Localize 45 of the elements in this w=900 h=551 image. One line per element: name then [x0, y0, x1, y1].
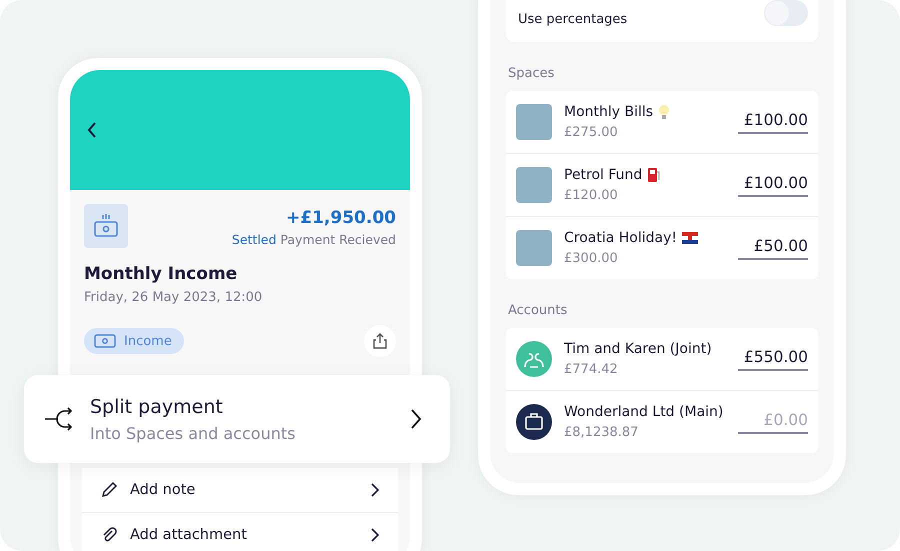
- action-row[interactable]: Add note: [82, 468, 398, 513]
- status-text: Payment Recieved: [280, 232, 396, 247]
- account-name: Tim and Karen (Joint): [564, 341, 713, 357]
- lightbulb-icon: [658, 104, 670, 120]
- section-heading: Spaces: [508, 66, 556, 81]
- income-tile-icon: [84, 204, 128, 248]
- space-name: Croatia Holiday!: [564, 230, 678, 246]
- space-name: Monthly Bills: [564, 104, 654, 120]
- split-payment-subtitle: Into Spaces and accounts: [90, 424, 296, 442]
- amount-field[interactable]: £0.00: [738, 410, 808, 434]
- chevron-icon: [411, 409, 422, 429]
- account-balance: £8,1238.87: [564, 425, 640, 440]
- amount-field[interactable]: £100.00: [738, 110, 808, 134]
- toggle-label: Use percentages: [518, 12, 628, 27]
- people-avatar-icon: [516, 341, 552, 377]
- split-payment-card[interactable]: Split payment Into Spaces and accounts: [24, 375, 450, 463]
- space-balance: £300.00: [564, 251, 619, 266]
- transaction-date: Friday, 26 May 2023, 12:00: [84, 290, 264, 305]
- status-label: Settled: [232, 232, 276, 247]
- amount-field[interactable]: £50.00: [738, 236, 808, 260]
- space-balance: £275.00: [564, 125, 619, 140]
- action-row[interactable]: Add attachment: [82, 513, 398, 551]
- banknote-icon: [94, 333, 116, 349]
- fuel-pump-icon: [647, 167, 662, 183]
- section-heading: Accounts: [508, 303, 568, 318]
- transaction-amount: +£1,950.00: [285, 208, 396, 228]
- briefcase-avatar-icon: [516, 404, 552, 440]
- account-balance: £774.42: [564, 362, 619, 377]
- back-icon[interactable]: [87, 122, 97, 138]
- chevron-icon: [371, 483, 380, 497]
- amount-field[interactable]: £100.00: [738, 174, 808, 196]
- photo-placeholder: [516, 167, 552, 203]
- photo-placeholder: [516, 104, 552, 140]
- photo-placeholder: [516, 230, 552, 266]
- pencil-icon: [100, 481, 118, 499]
- space-name: Petrol Fund: [564, 167, 642, 183]
- space-balance: £120.00: [564, 188, 619, 203]
- account-name: Wonderland Ltd (Main): [564, 404, 724, 420]
- amount-field[interactable]: £550.00: [738, 348, 808, 370]
- share-icon: [373, 333, 387, 349]
- transaction-title: Monthly Income: [84, 264, 238, 284]
- share-button[interactable]: [364, 325, 396, 357]
- chevron-icon: [371, 528, 380, 542]
- split-payment-title: Split payment: [90, 396, 224, 418]
- flag-icon: [682, 232, 698, 244]
